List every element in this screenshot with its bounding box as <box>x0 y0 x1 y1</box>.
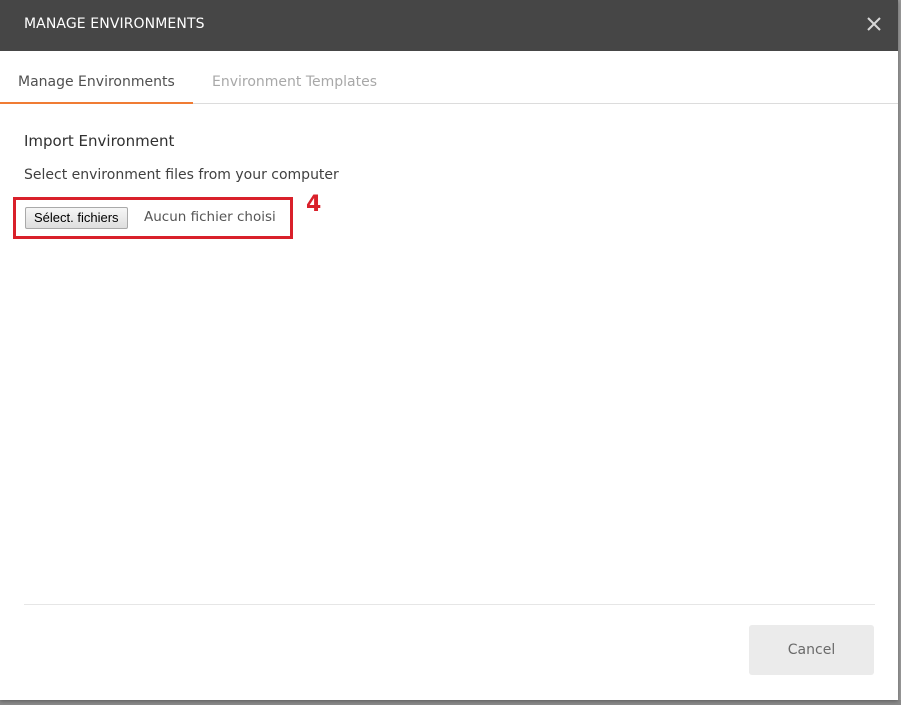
tab-environment-templates[interactable]: Environment Templates <box>194 51 395 103</box>
backdrop-bottom-edge <box>0 700 901 705</box>
cancel-button[interactable]: Cancel <box>749 625 874 675</box>
section-description: Select environment files from your compu… <box>24 167 339 183</box>
close-icon[interactable] <box>864 14 884 34</box>
select-files-button[interactable]: Sélect. fichiers <box>25 207 128 229</box>
section-title: Import Environment <box>24 132 175 150</box>
footer-divider <box>24 604 875 605</box>
manage-environments-modal: MANAGE ENVIRONMENTS Manage Environments … <box>0 0 898 700</box>
tab-bar: Manage Environments Environment Template… <box>0 51 898 104</box>
modal-header: MANAGE ENVIRONMENTS <box>0 0 898 51</box>
annotation-step-number: 4 <box>306 192 322 217</box>
modal-title: MANAGE ENVIRONMENTS <box>24 16 205 32</box>
tab-manage-environments[interactable]: Manage Environments <box>0 51 193 104</box>
file-status-text: Aucun fichier choisi <box>144 209 276 225</box>
